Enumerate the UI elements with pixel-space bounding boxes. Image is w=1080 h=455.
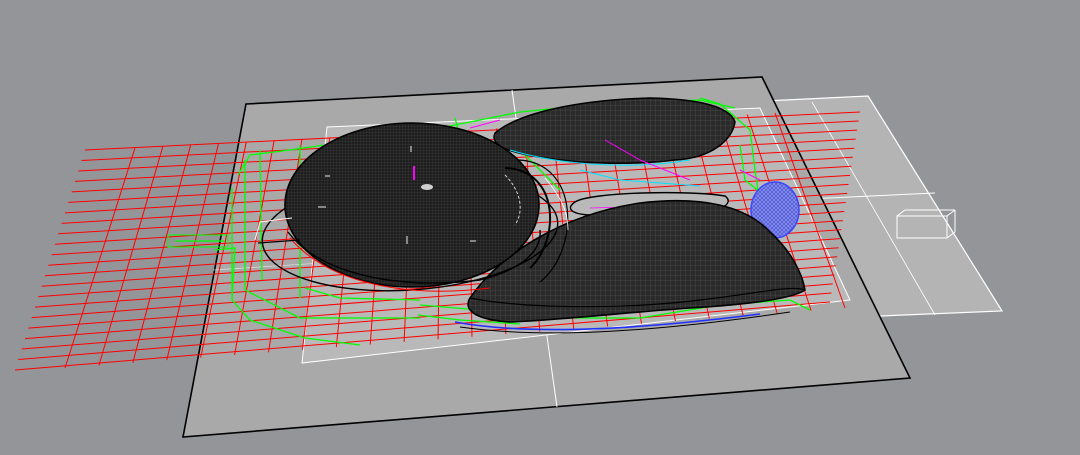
3d-viewport[interactable] — [0, 0, 1080, 455]
viewport-scene[interactable] — [0, 0, 1080, 455]
